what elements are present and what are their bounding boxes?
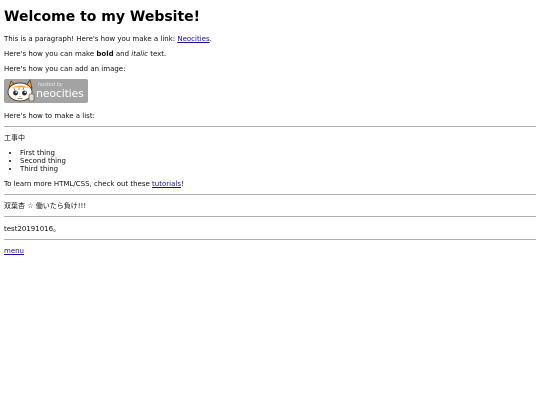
image-intro-paragraph: Here's how you can add an image: [4,65,126,73]
formatting-text-1: Here's how you can make [4,50,97,58]
intro-paragraph: This is a paragraph! Here's how you make… [4,35,212,44]
intro-period: . [209,35,212,43]
list-item: Third thing [20,165,66,173]
italic-word: italic [131,50,148,58]
divider [4,194,536,195]
list-item: First thing [20,149,66,157]
construction-note: 工事中 [4,134,25,142]
test-text: test20191016。 [4,225,61,233]
tutorials-exclamation: ! [180,180,184,188]
tutorials-link[interactable]: tutorials [152,180,181,188]
bold-word: bold [96,50,114,58]
divider [4,239,536,240]
page: Welcome to my Website! This is a paragra… [0,0,540,405]
badge-brand-text: neocities [36,87,84,100]
divider [4,126,536,127]
menu-link[interactable]: menu [4,247,24,255]
menu-paragraph: menu [4,247,24,256]
quote-text: 双葉杏 ☆ 働いたら負け!!! [4,202,87,210]
hosted-by-neocities-badge[interactable]: hosted by neocities [4,79,88,103]
tutorials-text: To learn more HTML/CSS, check out these [4,180,153,188]
neocities-link[interactable]: Neocities [177,35,209,43]
formatting-text-2: and [113,50,132,58]
thing-list: First thing Second thing Third thing [8,149,66,173]
intro-text: This is a paragraph! Here's how you make… [4,35,178,43]
list-intro-paragraph: Here's how to make a list: [4,112,95,120]
formatting-paragraph: Here's how you can make bold and italic … [4,50,166,59]
page-title: Welcome to my Website! [4,9,201,25]
tutorials-paragraph: To learn more HTML/CSS, check out these … [4,180,184,189]
formatting-text-3: text. [147,50,167,58]
divider [4,216,536,217]
neocities-cat-logo-icon [7,79,35,102]
list-item: Second thing [20,157,66,165]
